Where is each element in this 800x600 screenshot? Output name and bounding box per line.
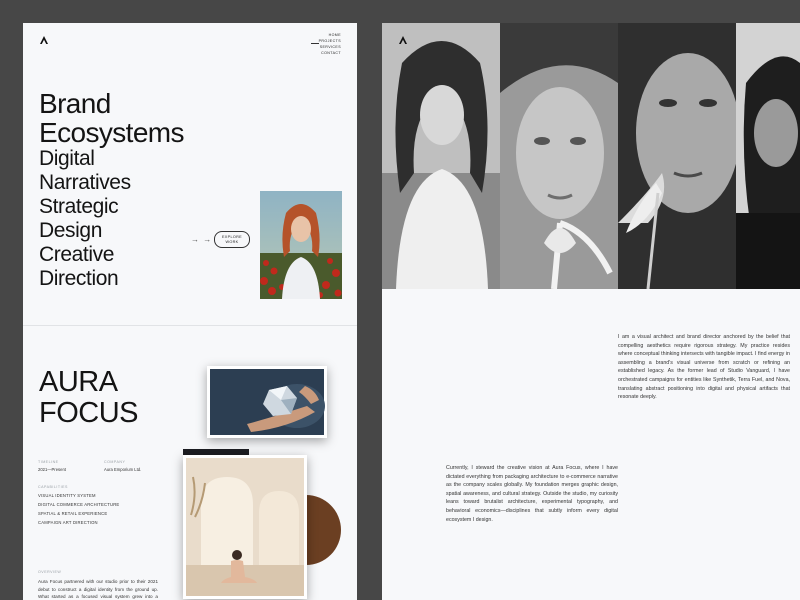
list-item: VISUAL IDENTITY SYSTEM bbox=[38, 493, 96, 498]
hero-line: Digital bbox=[39, 147, 95, 170]
explore-work-button[interactable]: EXPLORE WORK bbox=[214, 231, 250, 248]
hero-line: Creative bbox=[39, 243, 114, 266]
list-item: SPATIAL & RETAIL EXPERIENCE bbox=[38, 511, 108, 516]
company-label: COMPANY bbox=[104, 460, 126, 464]
hero-line: Narratives bbox=[39, 171, 131, 194]
hero-portrait-image bbox=[260, 191, 342, 299]
hero-line: Direction bbox=[39, 267, 119, 290]
top-nav: HOME PROJECTS SERVICES CONTACT bbox=[319, 33, 341, 56]
company-value: Aura Emporium Ltd. bbox=[104, 467, 142, 472]
timeline-value: 2021—Present bbox=[38, 467, 66, 472]
about-paragraph-2: Currently, I steward the creative vision… bbox=[446, 465, 618, 523]
hero-headline: Brand Ecosystems Digital Narratives Stra… bbox=[39, 89, 219, 291]
nav-item-home[interactable]: HOME bbox=[329, 33, 341, 38]
hero-line: Strategic bbox=[39, 195, 119, 218]
crystal-photo bbox=[207, 366, 327, 438]
project-title-line: AURA bbox=[39, 366, 118, 398]
timeline-label: TIMELINE bbox=[38, 460, 59, 464]
bw-flower-portrait-image bbox=[618, 23, 736, 289]
section-divider bbox=[23, 325, 357, 326]
bw-freckles-portrait-image bbox=[500, 23, 618, 289]
project-title-line: FOCUS bbox=[39, 397, 139, 429]
bw-portrait-image bbox=[382, 23, 500, 289]
project-title: AURA FOCUS bbox=[39, 366, 139, 429]
capabilities-list: VISUAL IDENTITY SYSTEM DIGITAL COMMERCE … bbox=[38, 493, 119, 525]
overview-label: OVERVIEW bbox=[38, 570, 62, 574]
portfolio-left-page: HOME PROJECTS SERVICES CONTACT Brand Eco… bbox=[23, 23, 357, 600]
interior-yoga-photo bbox=[183, 455, 307, 599]
portfolio-right-page: I am a visual architect and brand direct… bbox=[382, 23, 800, 600]
portrait-strip bbox=[382, 23, 800, 289]
nav-item-services[interactable]: SERVICES bbox=[320, 45, 341, 50]
overview-text: Aura Focus partnered with our studio pri… bbox=[38, 579, 158, 600]
capabilities-label: CAPABILITIES bbox=[38, 485, 68, 489]
nav-item-contact[interactable]: CONTACT bbox=[321, 51, 341, 56]
about-paragraph-1: I am a visual architect and brand direct… bbox=[618, 334, 790, 401]
hero-title: Brand Ecosystems bbox=[39, 88, 185, 148]
arrow-right-icon: → → bbox=[191, 235, 213, 244]
bw-dark-portrait-image bbox=[736, 23, 800, 289]
list-item: CAMPAIGN ART DIRECTION bbox=[38, 520, 98, 525]
list-item: DIGITAL COMMERCE ARCHITECTURE bbox=[38, 502, 120, 507]
nav-item-projects[interactable]: PROJECTS bbox=[319, 39, 341, 44]
